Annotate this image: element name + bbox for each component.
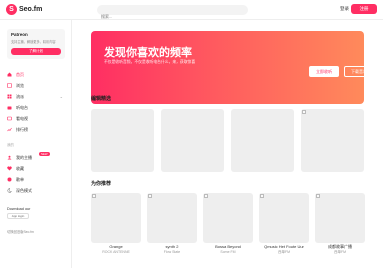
recommendation-subtitle: Some FM xyxy=(220,250,236,254)
logo-icon: S xyxy=(6,4,17,15)
featured-card[interactable] xyxy=(161,109,224,172)
chevron-down-icon: ⌄ xyxy=(59,94,63,99)
recommendation-subtitle: Flow State xyxy=(163,250,181,254)
recommendation-card[interactable] xyxy=(91,193,141,243)
chart-icon xyxy=(7,127,12,132)
genre-icon xyxy=(7,94,12,99)
recommendation-title[interactable]: Qmusic Het Foute Uur xyxy=(259,244,309,249)
hero-banner: 发现你喜欢的频率 不仅是收听音频，不仅是收听电台什么，来，获取惊喜 立即收听 下… xyxy=(91,31,364,104)
sidebar-item-label: 深色模式 xyxy=(16,187,32,193)
broken-image-icon xyxy=(302,110,306,114)
sidebar-item-label: 浏览 xyxy=(16,82,24,88)
new-badge: NEW xyxy=(39,152,50,156)
banner-title: 发现你喜欢的频率 xyxy=(104,47,192,59)
recommendation-subtitle: 西单FM xyxy=(277,250,291,254)
register-button[interactable]: 注册 xyxy=(351,4,377,14)
register-label: 注册 xyxy=(359,6,369,11)
logo-text: Seo.fm xyxy=(19,6,43,13)
featured-card[interactable] xyxy=(91,109,154,172)
banner-subtitle: 不仅是收听音频，不仅是收听电台什么，来，获取惊喜 xyxy=(104,60,196,64)
download-music-button[interactable]: 下载音乐 xyxy=(344,66,364,77)
moon-icon xyxy=(7,188,12,193)
broken-image-icon xyxy=(316,194,320,198)
sidebar-item-label: 流派 xyxy=(16,93,24,99)
sidebar-item-label: 听电台 xyxy=(16,104,28,110)
featured-card[interactable] xyxy=(301,109,364,172)
recommendation-title[interactable]: Grange xyxy=(91,244,141,249)
sidebar-item-dark-mode[interactable]: 深色模式 xyxy=(7,186,67,195)
sidebar-item-radio[interactable]: 听电台 xyxy=(7,103,67,112)
promo-card: Patreon 支持主播，解锁更多，精彩内容 了解计划 xyxy=(7,29,65,59)
recommend-title: 为你推荐 xyxy=(91,181,112,187)
broken-image-icon xyxy=(204,194,208,198)
recommendation-subtitle: 西单FM xyxy=(333,250,347,254)
browse-icon xyxy=(7,83,12,88)
sidebar-item-label: 收藏 xyxy=(16,165,24,171)
sidebar-item-label: 歌单 xyxy=(16,176,24,182)
login-link[interactable]: 登录 xyxy=(340,6,349,12)
top-bar: S Seo.fm 登录 注册 xyxy=(0,0,383,22)
recommendation-subtitle: ROCK ANTENNE xyxy=(102,250,130,254)
sidebar-item-genre[interactable]: 流派 ⌄ xyxy=(7,92,67,101)
sidebar-item-my-hosts[interactable]: 我的主播 NEW xyxy=(7,152,67,162)
recommendation-title[interactable]: Bossa Beyond xyxy=(203,244,253,249)
promo-title: Patreon xyxy=(11,32,28,37)
broken-image-icon xyxy=(260,194,264,198)
sidebar-item-charts[interactable]: 排行榜 xyxy=(7,125,67,134)
sidebar-item-home[interactable]: 首页 xyxy=(7,70,67,79)
main-content: 发现你喜欢的频率 不仅是收听音频，不仅是收听电台什么，来，获取惊喜 立即收听 下… xyxy=(72,20,383,268)
download-label: Download our xyxy=(7,207,31,211)
logo[interactable]: S Seo.fm xyxy=(6,4,42,15)
broken-image-icon xyxy=(148,194,152,198)
recommendation-card[interactable] xyxy=(259,193,309,243)
tv-icon xyxy=(7,116,12,121)
recommendation-card[interactable] xyxy=(147,193,197,243)
playlist-icon xyxy=(7,177,12,182)
recommendation-card[interactable] xyxy=(203,193,253,243)
broken-image-icon xyxy=(92,194,96,198)
recommendation-card[interactable] xyxy=(315,193,365,243)
sidebar-item-label: 看电视 xyxy=(16,115,28,121)
home-icon xyxy=(7,72,12,77)
sidebar-item-tv[interactable]: 看电视 xyxy=(7,114,67,123)
featured-title: 编辑精选 xyxy=(91,96,112,102)
recommendation-title[interactable]: synth 2 xyxy=(147,244,197,249)
download-app-button[interactable]: App login xyxy=(7,213,29,219)
sidebar-item-label: 我的主播 xyxy=(16,154,32,160)
sidebar: Patreon 支持主播，解锁更多，精彩内容 了解计划 首页 浏览 流派 ⌄ 听… xyxy=(0,20,72,268)
promo-description: 支持主播，解锁更多，精彩内容 xyxy=(11,40,56,44)
sidebar-item-browse[interactable]: 浏览 xyxy=(7,81,67,90)
sidebar-item-favorites[interactable]: 收藏 xyxy=(7,164,67,173)
heart-icon xyxy=(7,166,12,171)
user-icon xyxy=(7,155,12,160)
featured-card[interactable] xyxy=(231,109,294,172)
sidebar-item-label: 首页 xyxy=(16,71,24,77)
sidebar-item-playlists[interactable]: 歌单 xyxy=(7,175,67,184)
sidebar-item-label: 排行榜 xyxy=(16,126,28,132)
promo-button[interactable]: 了解计划 xyxy=(11,48,61,55)
radio-icon xyxy=(7,106,12,110)
search-box xyxy=(97,5,248,22)
listen-now-button[interactable]: 立即收听 xyxy=(309,66,339,77)
old-version-link[interactable]: 切换回旧版Seo.fm xyxy=(7,229,34,234)
section-label-my: 我的 xyxy=(7,143,14,147)
